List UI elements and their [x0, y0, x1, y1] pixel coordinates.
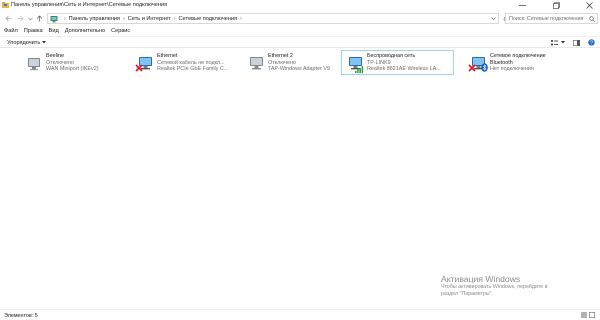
organize-button[interactable]: Упорядочить: [7, 39, 47, 46]
network-folder-icon: [2, 2, 9, 8]
activation-watermark: Активация Windows Чтобы активировать Win…: [441, 274, 591, 298]
signal-bars-icon: [355, 66, 364, 73]
help-button[interactable]: ?: [588, 39, 595, 46]
connection-item-bluetooth[interactable]: Сетевое подключение Bluetooth Нет подклю…: [464, 50, 576, 75]
caret-down-icon: [561, 41, 565, 44]
error-x-icon: [468, 64, 476, 72]
connection-item-wireless[interactable]: Беспроводная сеть TP-LINK9 Realtek 8821A…: [341, 50, 454, 75]
connection-status: Сетевой кабель не подкл...: [157, 59, 225, 66]
forward-button[interactable]: [16, 14, 25, 23]
bluetooth-icon: [481, 63, 488, 72]
large-icons-view-button[interactable]: [589, 312, 596, 320]
item-count: Элементов: 5: [4, 312, 38, 319]
connections-view: Beeline Отключено WAN Miniport (IKEv2) E…: [0, 49, 600, 309]
menu-edit[interactable]: Правка: [24, 28, 43, 34]
connection-status: Нет подключения: [490, 66, 534, 73]
menu-view[interactable]: Вид: [49, 28, 59, 34]
connection-status: Отключено: [46, 59, 74, 66]
menu-file[interactable]: Файл: [4, 28, 18, 34]
menu-tools[interactable]: Сервис: [111, 28, 130, 34]
ethernet-adapter-icon: [250, 57, 263, 70]
arrow-left-icon: [5, 15, 12, 22]
back-button[interactable]: [4, 14, 13, 23]
breadcrumb-separator-icon[interactable]: ›: [240, 16, 242, 22]
details-view-button[interactable]: [581, 312, 587, 320]
recent-locations-button[interactable]: [27, 14, 33, 23]
watermark-line-2: раздел "Параметры".: [441, 290, 494, 297]
connection-name: Ethernet: [157, 53, 178, 59]
close-button[interactable]: [578, 0, 600, 11]
breadcrumb-network-connections[interactable]: Сетевые подключения: [179, 16, 238, 22]
watermark-title: Активация Windows: [441, 274, 521, 284]
view-list-icon: [551, 39, 558, 45]
breadcrumb-control-panel[interactable]: Панель управления: [69, 16, 120, 22]
organize-label: Упорядочить: [7, 39, 41, 46]
arrow-up-icon: [36, 15, 43, 22]
command-bar: Упорядочить ?: [0, 36, 600, 48]
change-view-button[interactable]: [551, 39, 558, 46]
connection-item-ethernet-2[interactable]: Ethernet 2 Отключено TAP-Windows Adapter…: [242, 50, 354, 75]
search-field[interactable]: [505, 13, 598, 24]
status-bar: Элементов: 5: [0, 309, 600, 320]
connection-device: WAN Miniport (IKEv2): [46, 66, 99, 73]
chevron-down-icon: [27, 17, 33, 20]
minimize-icon: [518, 5, 526, 6]
close-icon: [585, 2, 593, 9]
caret-down-icon: [42, 41, 47, 44]
arrow-right-icon: [17, 15, 24, 22]
breadcrumb-network-internet[interactable]: Сеть и Интернет: [128, 16, 171, 22]
svg-text:?: ?: [590, 40, 593, 46]
menu-bar: Файл Правка Вид Дополнительно Сервис: [0, 26, 600, 36]
connection-name: Беспроводная сеть: [367, 53, 416, 59]
maximize-button[interactable]: [545, 0, 567, 11]
preview-pane-button[interactable]: [573, 39, 580, 46]
details-view-icon: [581, 312, 587, 318]
connection-item-beeline[interactable]: Beeline Отключено WAN Miniport (IKEv2): [20, 50, 132, 75]
address-history-dropdown-icon[interactable]: [491, 16, 496, 21]
view-options-button[interactable]: [561, 41, 565, 44]
breadcrumb-separator-icon[interactable]: ›: [123, 16, 125, 22]
large-icons-view-icon: [589, 312, 596, 319]
watermark-line-1: Чтобы активировать Windows, перейдите в: [441, 284, 548, 290]
preview-pane-icon: [573, 39, 580, 46]
connection-device: Realtek 8821AE Wireless LA...: [367, 66, 441, 73]
breadcrumb-separator-icon[interactable]: ›: [174, 16, 176, 22]
up-button[interactable]: [35, 14, 44, 23]
address-field[interactable]: › Панель управления › Сеть и Интернет › …: [47, 13, 499, 24]
breadcrumb-separator-icon: ›: [64, 15, 66, 22]
dialup-connection-icon: [28, 58, 40, 71]
connection-name-line1: Сетевое подключение: [490, 53, 546, 59]
menu-advanced[interactable]: Дополнительно: [65, 28, 105, 34]
connection-device: Realtek PCIe GbE Family C...: [157, 66, 229, 73]
connection-status: TP-LINK9: [367, 59, 391, 66]
window-title: Панель управления\Сеть и Интернет\Сетевы…: [11, 2, 168, 8]
restore-icon: [552, 2, 560, 9]
address-bar: › Панель управления › Сеть и Интернет › …: [0, 11, 600, 26]
connection-name-line2: Bluetooth: [490, 59, 513, 66]
connection-item-ethernet[interactable]: Ethernet Сетевой кабель не подкл... Real…: [131, 50, 243, 75]
help-icon: ?: [588, 39, 595, 46]
search-input[interactable]: [506, 14, 588, 23]
error-x-icon: [135, 64, 143, 72]
minimize-button[interactable]: [511, 0, 533, 11]
control-panel-icon: [50, 16, 58, 23]
connection-name: Beeline: [46, 53, 64, 59]
search-icon[interactable]: [589, 15, 595, 22]
title-bar: Панель управления\Сеть и Интернет\Сетевы…: [0, 0, 600, 11]
